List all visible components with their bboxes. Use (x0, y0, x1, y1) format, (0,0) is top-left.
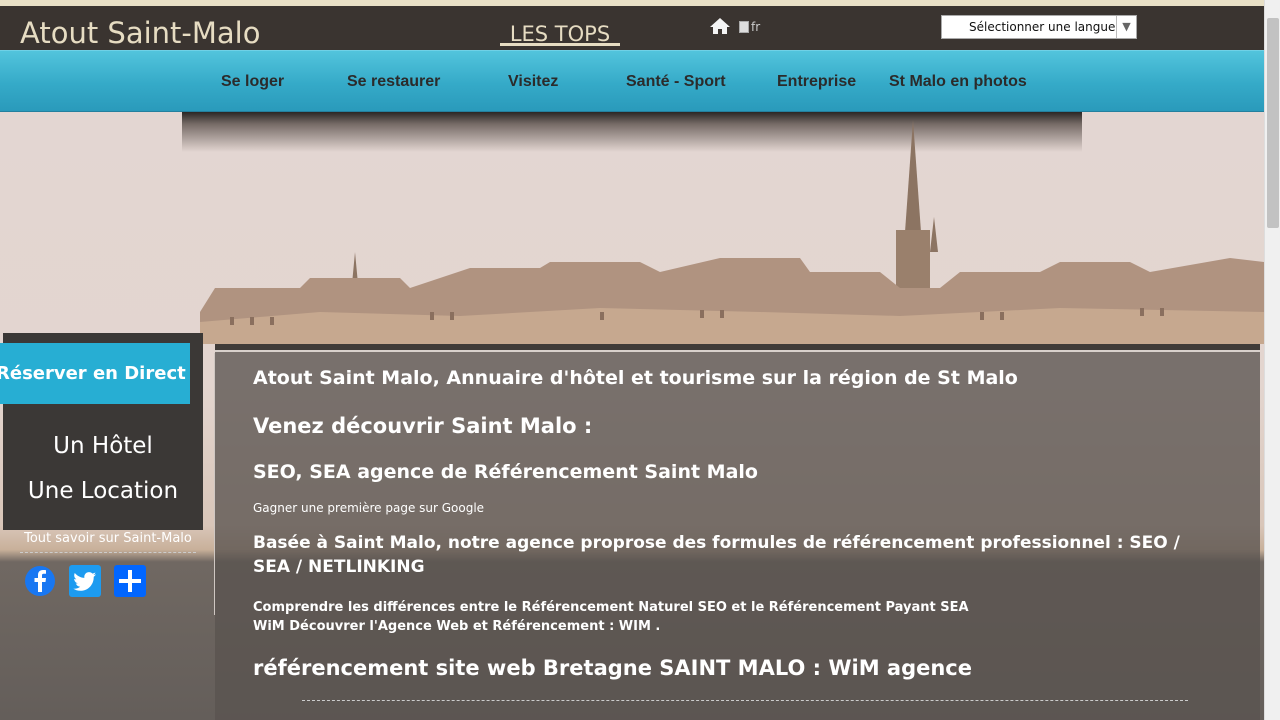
language-flag-icon[interactable]: fr (739, 20, 760, 34)
language-select-label: Sélectionner une langue (969, 20, 1116, 34)
google-line: Gagner une première page sur Google (253, 501, 485, 515)
chevron-down-icon: ▼ (1116, 16, 1136, 38)
nav-item-sante-sport[interactable]: Santé - Sport (626, 73, 726, 91)
location-link[interactable]: Une Location (3, 478, 203, 504)
language-select[interactable]: Sélectionner une langue ▼ (941, 15, 1137, 39)
nav-item-se-restaurer[interactable]: Se restaurer (347, 73, 440, 91)
nav-item-visitez[interactable]: Visitez (508, 73, 558, 91)
hotel-link[interactable]: Un Hôtel (3, 433, 203, 459)
main-nav: Se loger Se restaurer Visitez Santé - Sp… (0, 50, 1264, 112)
wim-link[interactable]: WiM Découvrer l'Agence Web et Référencem… (253, 617, 969, 636)
agency-text: Basée à Saint Malo, notre agence propros… (253, 533, 1180, 577)
share-icon[interactable] (114, 565, 146, 597)
nav-item-entreprise[interactable]: Entreprise (777, 73, 856, 91)
dashed-divider (302, 700, 1188, 701)
home-icon[interactable] (709, 17, 731, 35)
discover-heading: Venez découvrir Saint Malo : (253, 414, 593, 438)
twitter-icon[interactable] (69, 565, 101, 597)
seo-heading[interactable]: SEO, SEA agence de Référencement Saint M… (253, 461, 758, 483)
nav-item-se-loger[interactable]: Se loger (221, 73, 284, 91)
bretagne-heading[interactable]: référencement site web Bretagne SAINT MA… (253, 656, 972, 680)
reserve-direct-button[interactable]: Réserver en Direct (0, 343, 190, 404)
flag-alt-text: fr (751, 20, 761, 34)
tops-link[interactable]: LES TOPS (500, 22, 620, 46)
panel-border (215, 350, 1260, 352)
city-skyline-illustration (200, 120, 1264, 344)
link-list: Comprendre les différences entre le Réfé… (253, 598, 969, 636)
scrollbar-thumb[interactable] (1267, 18, 1279, 228)
compare-link[interactable]: Comprendre les différences entre le Réfé… (253, 598, 969, 617)
header-bar: Atout Saint-Malo LES TOPS fr Sélectionne… (0, 6, 1264, 50)
main-heading: Atout Saint Malo, Annuaire d'hôtel et to… (253, 367, 1018, 389)
nav-item-st-malo-photos[interactable]: St Malo en photos (889, 73, 1027, 91)
broken-image-icon (739, 21, 749, 33)
tout-savoir-label: Tout savoir sur Saint-Malo (20, 531, 196, 553)
site-title[interactable]: Atout Saint-Malo (20, 16, 260, 50)
scrollbar[interactable] (1264, 0, 1280, 720)
facebook-icon[interactable] (24, 565, 56, 597)
